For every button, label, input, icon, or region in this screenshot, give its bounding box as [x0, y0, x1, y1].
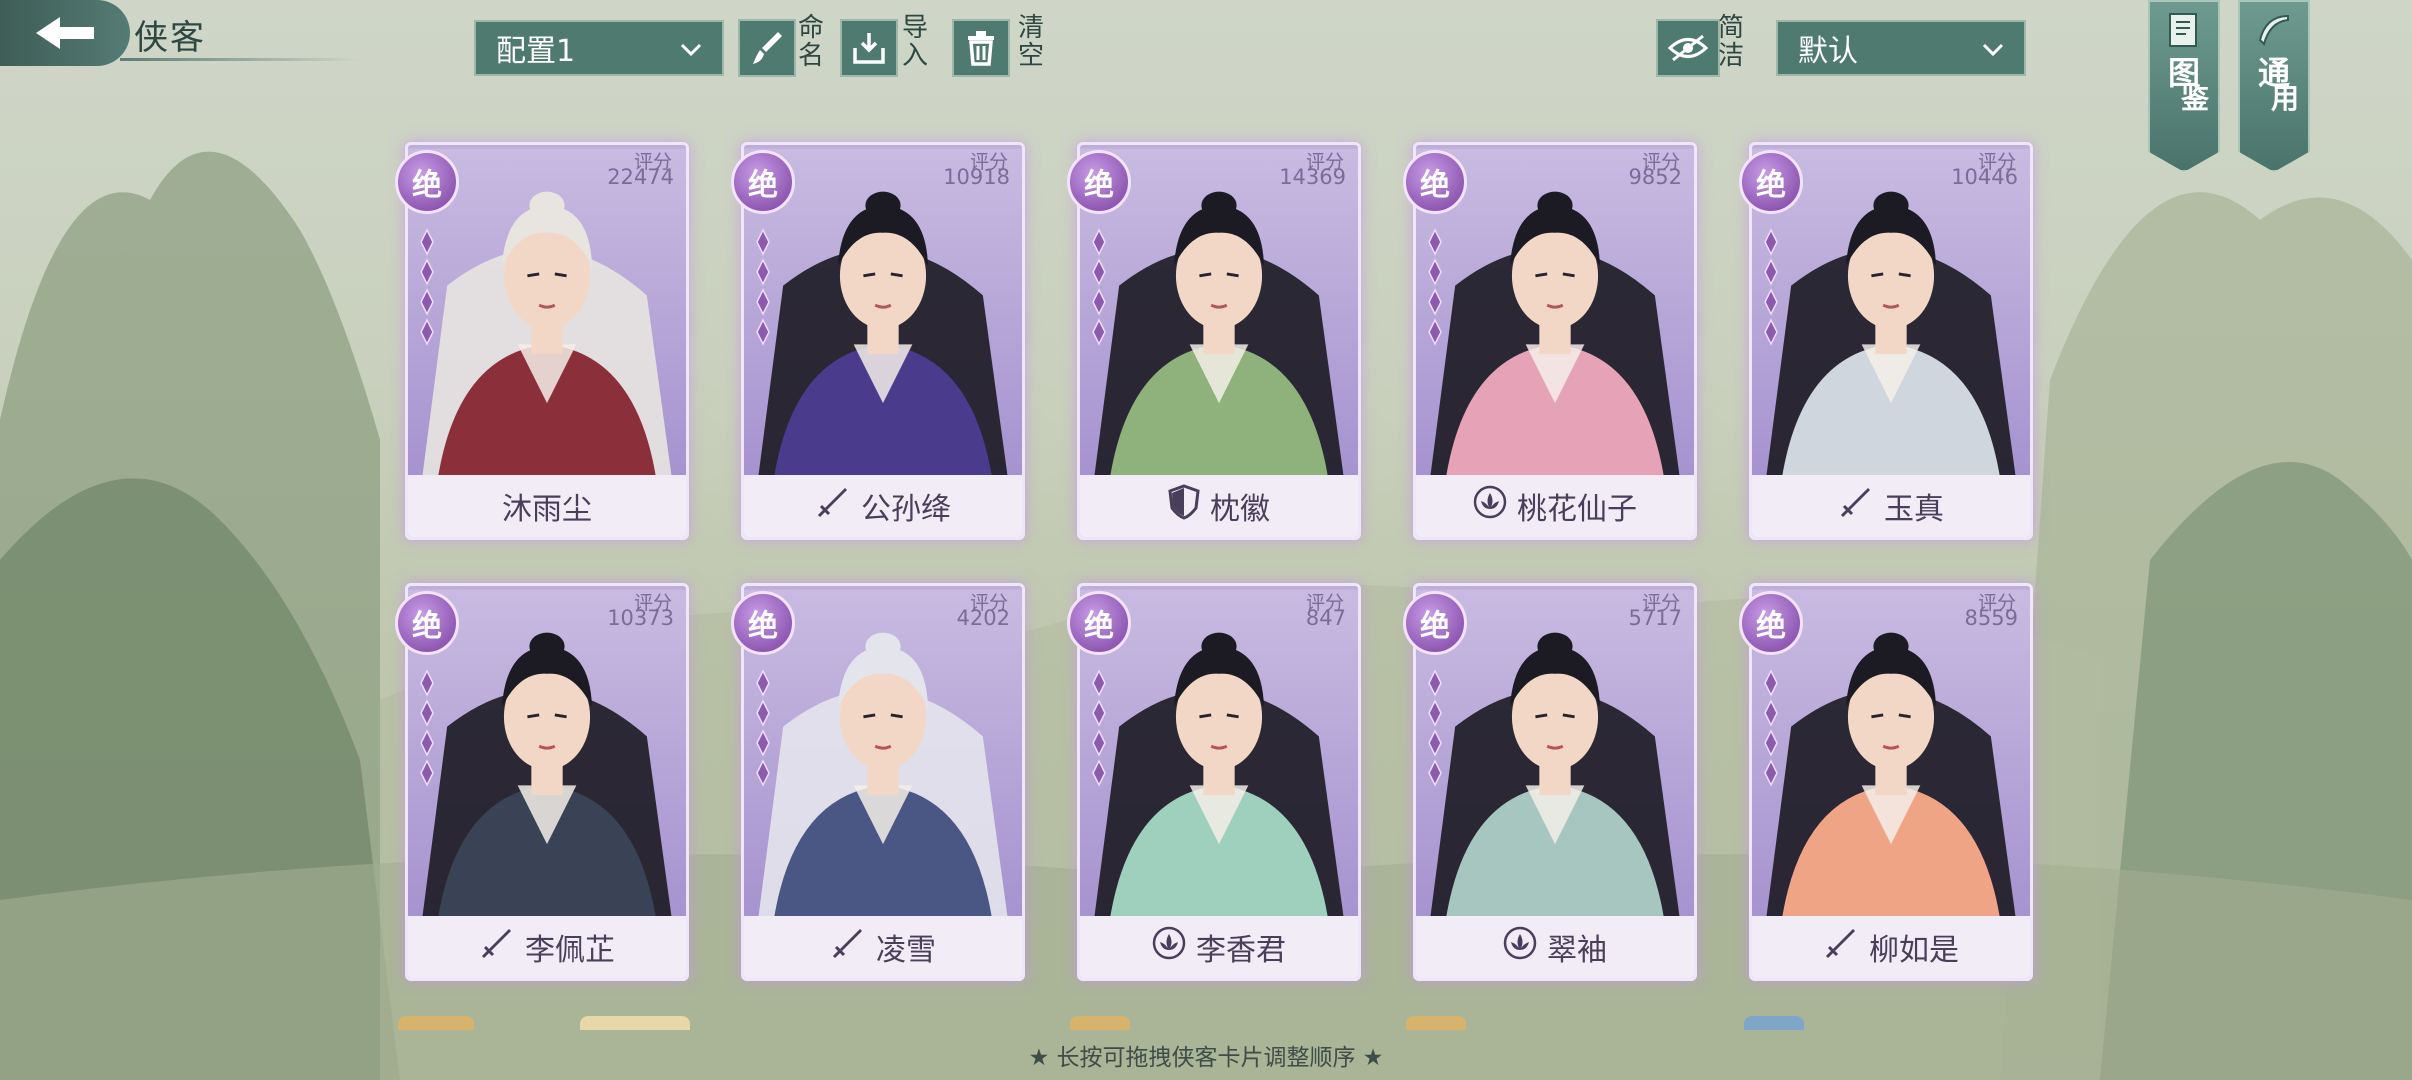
- hero-name-bar: 柳如是: [1752, 916, 2030, 978]
- hero-name-bar: 公孙绛: [744, 475, 1022, 537]
- rank-badge: 绝: [395, 591, 459, 655]
- star-level-column: [1751, 222, 1791, 356]
- sword-icon: [1838, 484, 1874, 528]
- score-value: 9852: [1628, 165, 1682, 189]
- hero-name-bar: 沐雨尘: [408, 475, 686, 537]
- hero-name-bar: 李佩芷: [408, 916, 686, 978]
- lotus-icon: [1152, 926, 1186, 968]
- rank-badge: 绝: [1403, 150, 1467, 214]
- hero-name: 枕徽: [1210, 492, 1270, 527]
- rank-badge: 绝: [1403, 591, 1467, 655]
- tab-general[interactable]: 通 用: [2238, 0, 2310, 172]
- page-title: 侠客: [134, 18, 206, 58]
- rank-badge: 绝: [1067, 150, 1131, 214]
- hero-name: 李香君: [1196, 933, 1286, 968]
- next-row-peek: [1744, 1016, 1804, 1030]
- rank-badge: 绝: [1739, 591, 1803, 655]
- score-value: 5717: [1628, 606, 1682, 630]
- hero-name: 桃花仙子: [1517, 492, 1637, 527]
- clear-label: 清空: [1017, 13, 1044, 71]
- star-level-column: [1415, 663, 1455, 797]
- star-level-column: [407, 663, 447, 797]
- star-level-column: [743, 663, 783, 797]
- hero-name-bar: 枕徽: [1080, 475, 1358, 537]
- hero-name-bar: 凌雪: [744, 916, 1022, 978]
- clear-button[interactable]: [952, 19, 1010, 77]
- hero-name: 公孙绛: [861, 492, 951, 527]
- hero-name: 玉真: [1884, 492, 1944, 527]
- rank-badge: 绝: [1067, 591, 1131, 655]
- tab-encyclopedia[interactable]: 图 鉴: [2148, 0, 2220, 172]
- sword-icon: [815, 484, 851, 528]
- star-level-column: [407, 222, 447, 356]
- star-level-column: [1079, 222, 1119, 356]
- import-button[interactable]: [840, 19, 898, 77]
- chevron-down-icon: [1982, 43, 2004, 57]
- scroll-icon: [2258, 14, 2289, 46]
- shield-icon: [1168, 484, 1200, 528]
- hero-name-bar: 李香君: [1080, 916, 1358, 978]
- sword-icon: [830, 925, 866, 969]
- hero-name-bar: 桃花仙子: [1416, 475, 1694, 537]
- next-row-peek: [398, 1016, 474, 1030]
- next-row-peek: [580, 1016, 690, 1030]
- star-level-column: [1079, 663, 1119, 797]
- config-select-value: 配置1: [496, 34, 576, 69]
- trash-icon: [968, 31, 994, 66]
- next-row-peek: [1406, 1016, 1466, 1030]
- rank-badge: 绝: [731, 150, 795, 214]
- score-value: 10446: [1951, 165, 2018, 189]
- chevron-down-icon: [680, 43, 702, 57]
- score-value: 10373: [607, 606, 674, 630]
- config-select[interactable]: 配置1: [474, 20, 724, 76]
- score-value: 10918: [943, 165, 1010, 189]
- sort-select-value: 默认: [1798, 34, 1858, 69]
- rank-badge: 绝: [731, 591, 795, 655]
- hero-name: 沐雨尘: [502, 492, 592, 527]
- tab-general-label-b: 用: [2270, 82, 2299, 115]
- hero-name-bar: 翠袖: [1416, 916, 1694, 978]
- brush-icon: [753, 32, 782, 64]
- eye-off-icon: [1667, 34, 1709, 62]
- sword-icon: [479, 925, 515, 969]
- back-button[interactable]: [0, 0, 130, 66]
- drag-hint: ★ 长按可拖拽侠客卡片调整顺序 ★: [1028, 1045, 1384, 1071]
- score-value: 22474: [607, 165, 674, 189]
- rank-badge: 绝: [395, 150, 459, 214]
- hero-name: 柳如是: [1869, 933, 1959, 968]
- score-value: 8559: [1964, 606, 2018, 630]
- sword-icon: [1823, 925, 1859, 969]
- score-value: 14369: [1279, 165, 1346, 189]
- lotus-icon: [1473, 485, 1507, 527]
- star-level-column: [1751, 663, 1791, 797]
- rename-button[interactable]: [738, 19, 796, 77]
- title-decoration: [120, 58, 360, 61]
- hero-name: 凌雪: [876, 933, 936, 968]
- score-value: 847: [1305, 606, 1346, 630]
- simple-mode-label: 简洁: [1717, 13, 1744, 71]
- rank-badge: 绝: [1739, 150, 1803, 214]
- next-row-peek: [1070, 1016, 1130, 1030]
- star-level-column: [743, 222, 783, 356]
- tab-encyclopedia-label-b: 鉴: [2180, 82, 2209, 115]
- import-label: 导入: [901, 13, 928, 71]
- back-arrow-icon: [36, 17, 94, 49]
- download-icon: [853, 33, 885, 64]
- sort-select[interactable]: 默认: [1776, 20, 2026, 76]
- lotus-icon: [1503, 926, 1537, 968]
- hero-name: 翠袖: [1547, 933, 1607, 968]
- rename-label: 命名: [797, 13, 824, 71]
- book-icon: [2169, 13, 2197, 47]
- hero-name: 李佩芷: [525, 933, 615, 968]
- score-value: 4202: [956, 606, 1010, 630]
- hero-name-bar: 玉真: [1752, 475, 2030, 537]
- star-level-column: [1415, 222, 1455, 356]
- simple-mode-button[interactable]: [1656, 19, 1720, 77]
